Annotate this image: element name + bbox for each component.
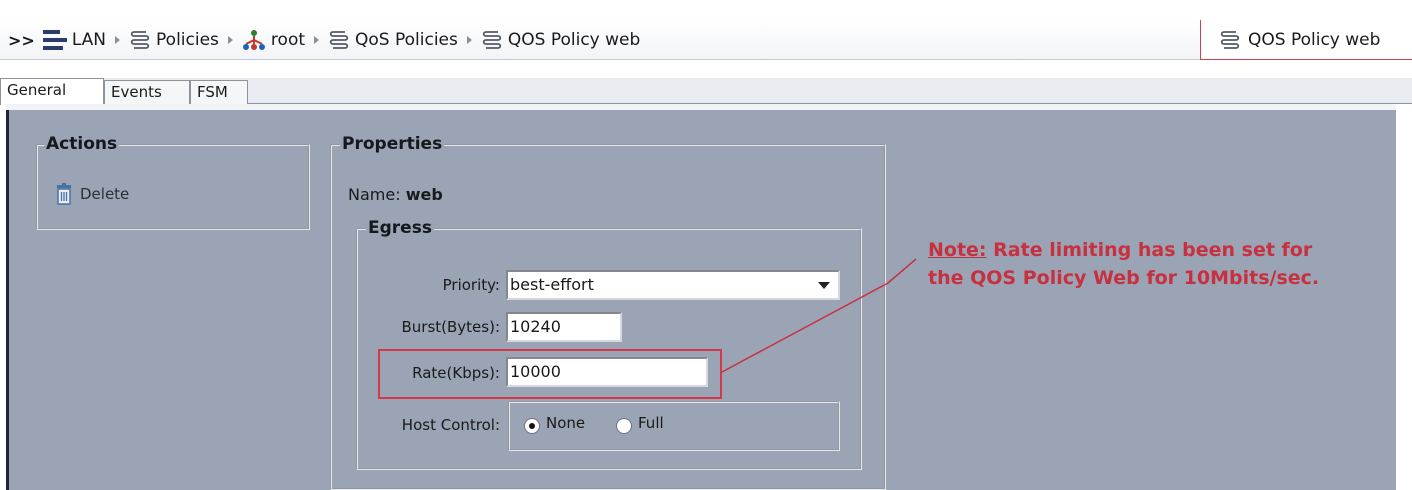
note-text-2: the QOS Policy Web for 10Mbits/sec. — [928, 267, 1320, 289]
rate-note-annotation: Note: Rate limiting has been set for the… — [928, 236, 1319, 292]
note-line-1: Note: Rate limiting has been set for — [928, 236, 1319, 264]
note-text-1: Rate limiting has been set for — [993, 239, 1313, 261]
note-heading: Note: — [928, 239, 987, 261]
